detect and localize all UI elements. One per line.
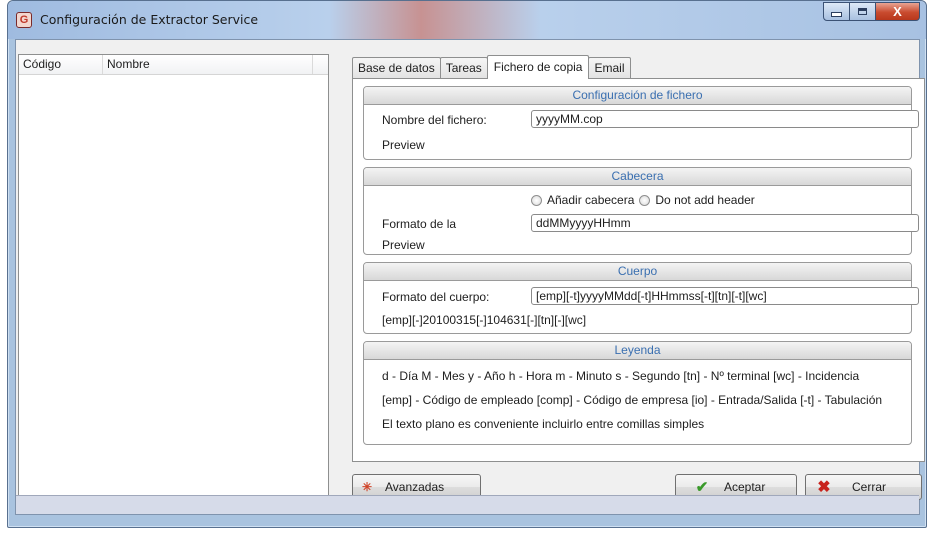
minimize-button[interactable] bbox=[823, 2, 850, 21]
group-title: Cuerpo bbox=[364, 263, 911, 281]
accept-button-label: Aceptar bbox=[724, 480, 766, 494]
window-controls: X bbox=[823, 2, 920, 21]
title-bar[interactable]: G Configuración de Extractor Service X bbox=[8, 1, 926, 39]
header-preview-label: Preview bbox=[382, 238, 425, 252]
advanced-button-label: Avanzadas bbox=[385, 480, 445, 494]
app-logo-icon: G bbox=[16, 12, 32, 28]
group-title: Leyenda bbox=[364, 342, 911, 360]
file-name-label: Nombre del fichero: bbox=[382, 113, 487, 127]
group-title: Configuración de fichero bbox=[364, 87, 911, 105]
tab-database[interactable]: Base de datos bbox=[352, 57, 441, 78]
radio-no-header-label[interactable]: Do not add header bbox=[655, 193, 754, 207]
status-bar bbox=[16, 495, 919, 514]
legend-group: Leyenda d - Día M - Mes y - Año h - Hora… bbox=[363, 341, 912, 445]
legend-line: d - Día M - Mes y - Año h - Hora m - Min… bbox=[382, 369, 860, 383]
app-window: G Configuración de Extractor Service X C… bbox=[7, 0, 927, 528]
close-icon: X bbox=[893, 4, 902, 19]
header-format-label: Formato de la bbox=[382, 217, 457, 231]
column-header-code[interactable]: Código bbox=[19, 55, 103, 74]
tab-tasks[interactable]: Tareas bbox=[439, 57, 488, 78]
file-config-group: Configuración de fichero Nombre del fich… bbox=[363, 86, 919, 160]
maximize-button[interactable] bbox=[850, 2, 876, 21]
close-window-button[interactable]: X bbox=[876, 2, 920, 21]
checkmark-icon: ✔ bbox=[695, 479, 709, 496]
body-format-label: Formato del cuerpo: bbox=[382, 290, 490, 304]
header-format-input[interactable] bbox=[531, 214, 919, 232]
tab-email[interactable]: Email bbox=[588, 57, 631, 78]
radio-add-header[interactable] bbox=[531, 194, 542, 206]
legend-line: [emp] - Código de empleado [comp] - Códi… bbox=[382, 393, 883, 407]
radio-add-header-label[interactable]: Añadir cabecera bbox=[547, 193, 634, 207]
group-title: Cabecera bbox=[364, 168, 911, 186]
close-button-label: Cerrar bbox=[852, 480, 887, 494]
tab-copy-file[interactable]: Fichero de copia bbox=[486, 55, 590, 79]
tab-strip: Base de datos Tareas Fichero de copia Em… bbox=[352, 55, 631, 79]
file-name-input[interactable] bbox=[531, 110, 919, 128]
legend-line: El texto plano es conveniente incluirlo … bbox=[382, 417, 705, 431]
body-preview-value: [emp][-]20100315[-]104631[-][tn][-][wc] bbox=[382, 313, 587, 327]
tab-panel-copy-file: Configuración de fichero Nombre del fich… bbox=[352, 78, 925, 462]
body-format-input[interactable] bbox=[531, 287, 919, 305]
asterisk-icon: ✳ bbox=[361, 480, 373, 494]
body-group: Cuerpo Formato del cuerpo: [emp][-]20100… bbox=[363, 262, 919, 334]
header-radio-group: Añadir cabecera Do not add header bbox=[531, 193, 755, 207]
minimize-icon bbox=[831, 12, 842, 17]
file-preview-label: Preview bbox=[382, 138, 425, 152]
employee-list[interactable]: Código Nombre bbox=[18, 54, 329, 496]
radio-no-header[interactable] bbox=[639, 194, 651, 206]
list-header: Código Nombre bbox=[19, 55, 328, 75]
window-title: Configuración de Extractor Service bbox=[40, 12, 259, 27]
column-header-name[interactable]: Nombre bbox=[103, 55, 313, 74]
red-x-icon: ✖ bbox=[817, 479, 831, 496]
header-group: Cabecera Añadir cabecera Do not add head… bbox=[363, 167, 919, 255]
maximize-icon bbox=[858, 8, 867, 15]
client-area: Código Nombre Base de datos Tareas Fiche… bbox=[15, 39, 925, 515]
